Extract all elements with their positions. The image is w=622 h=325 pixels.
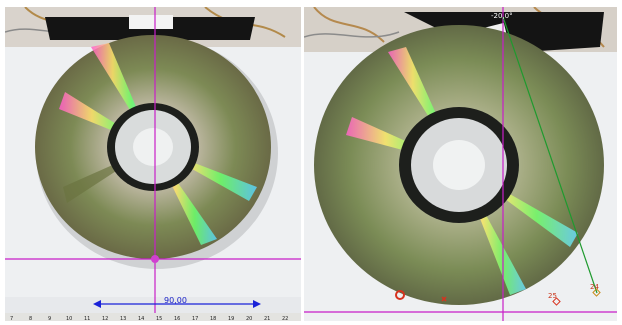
measure-label: 90,00	[164, 296, 187, 305]
angle-readout: -20,0°	[491, 12, 513, 20]
ruler-number: 7	[10, 316, 14, 321]
disc-image	[35, 35, 278, 269]
left-video-frame: 90,00 7 8 9 10 11 12 13 14 15 16 17 18 1…	[5, 7, 301, 321]
ruler-number: 15	[156, 316, 163, 321]
ruler-number: 13	[120, 316, 127, 321]
ruler-number: 20	[246, 316, 253, 321]
ruler-number: 18	[210, 316, 217, 321]
clamp-pad	[129, 15, 173, 29]
origin-marker[interactable]	[151, 255, 159, 263]
ruler-number: 16	[174, 316, 181, 321]
left-frame-canvas	[5, 7, 301, 321]
video-analysis-view: 90,00 7 8 9 10 11 12 13 14 15 16 17 18 1…	[0, 0, 622, 325]
ruler-number: 17	[192, 316, 199, 321]
disc-image	[314, 25, 604, 305]
frame-label: 25	[548, 292, 557, 300]
ruler-number: 11	[84, 316, 91, 321]
ruler-number: 19	[228, 316, 235, 321]
ruler-number: 14	[138, 316, 145, 321]
ruler-number: 10	[66, 316, 73, 321]
ruler-number: 22	[282, 316, 289, 321]
right-frame-canvas	[304, 7, 617, 321]
ruler-number: 9	[48, 316, 52, 321]
ruler-number: 12	[102, 316, 109, 321]
right-video-frame: -20,0° 24 25	[304, 7, 617, 321]
ruler-number: 21	[264, 316, 271, 321]
frame-label: 24	[590, 283, 599, 291]
ruler-number: 8	[29, 316, 33, 321]
